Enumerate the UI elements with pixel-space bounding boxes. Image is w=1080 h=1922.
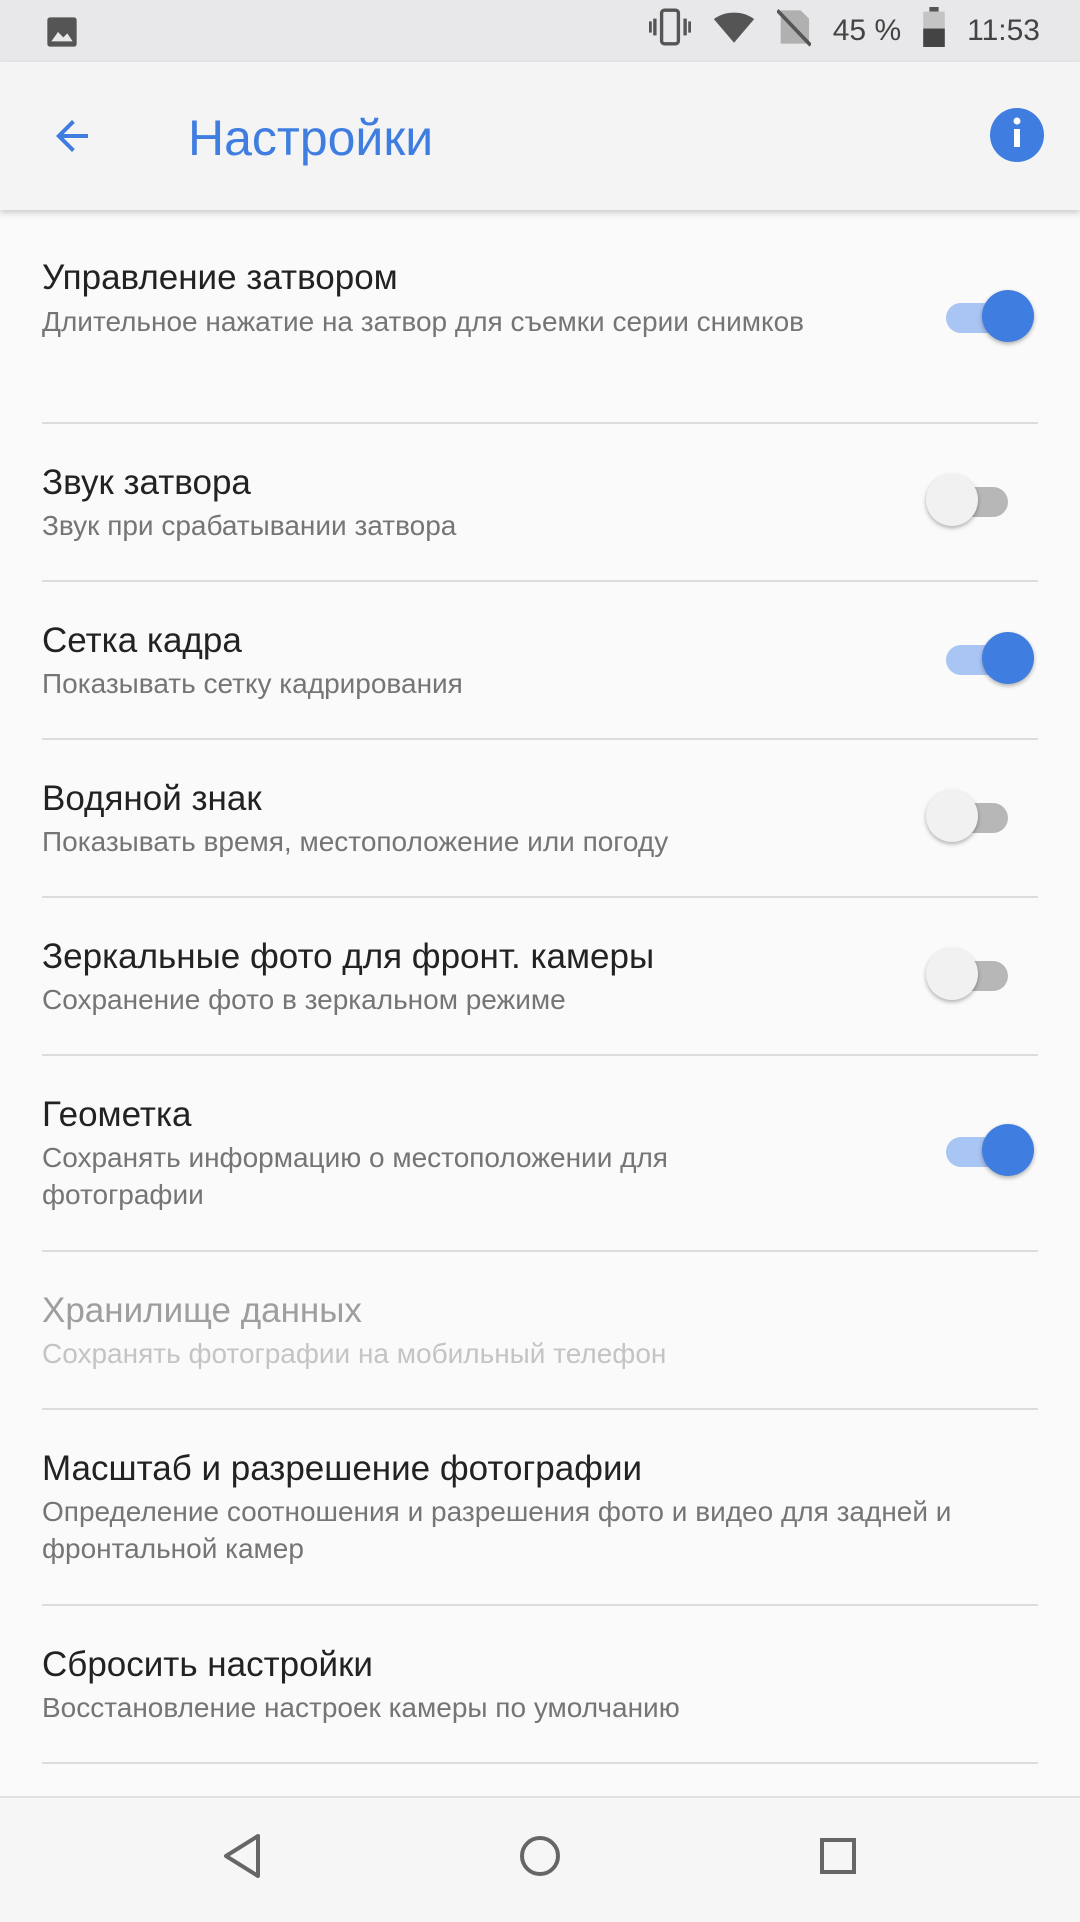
setting-subtitle: Восстановление настроек камеры по умолча… [42,1692,680,1723]
toggle-thumb [982,632,1034,684]
setting-subtitle: Показывать сетку кадрирования [42,668,463,699]
geotag-toggle[interactable] [926,1122,1034,1182]
setting-geotag[interactable]: Геометка Сохранять информацию о местопол… [0,1056,1080,1252]
setting-title: Масштаб и разрешение фотографии [42,1449,643,1488]
nav-back-icon [220,1832,264,1885]
setting-shutter-sound[interactable]: Звук затвора Звук при срабатывании затво… [0,424,1080,582]
page-title: Настройки [188,110,434,166]
setting-storage: Хранилище данных Сохранять фотографии на… [0,1252,1080,1410]
status-icons: 45 % 11:53 [648,0,1040,62]
toggle-thumb [982,1124,1034,1176]
battery-percent: 45 % [832,14,902,47]
setting-subtitle: Сохранять информацию о местоположении дл… [42,1142,668,1210]
setting-title: Геометка [42,1095,192,1134]
vibrate-icon [648,7,691,55]
setting-title: Хранилище данных [42,1291,362,1330]
nav-back-button[interactable] [210,1826,274,1890]
no-sim-icon [775,7,812,55]
status-bar: 45 % 11:53 [0,0,1080,62]
nav-recents-button[interactable] [806,1826,870,1890]
nav-home-button[interactable] [508,1826,572,1890]
clock: 11:53 [967,14,1040,47]
toggle-thumb [926,790,978,842]
grid-toggle[interactable] [926,630,1034,690]
setting-subtitle: Звук при срабатывании затвора [42,510,457,541]
shutter-control-toggle[interactable] [926,288,1034,348]
setting-subtitle: Длительное нажатие на затвор для съемки … [42,306,805,337]
setting-title: Сетка кадра [42,621,242,660]
battery-icon [923,7,945,55]
setting-title: Управление затвором [42,258,398,297]
nav-recents-icon [816,1834,860,1883]
setting-reset[interactable]: Сбросить настройки Восстановление настро… [0,1606,1080,1764]
setting-subtitle: Показывать время, местоположение или пог… [42,826,669,857]
setting-scale-resolution[interactable]: Масштаб и разрешение фотографии Определе… [0,1410,1080,1606]
info-button[interactable] [990,108,1044,162]
setting-subtitle: Сохранение фото в зеркальном режиме [42,984,566,1015]
back-button[interactable] [40,106,104,170]
toggle-thumb [982,290,1034,342]
arrow-back-icon [48,112,96,165]
setting-watermark[interactable]: Водяной знак Показывать время, местополо… [0,740,1080,898]
setting-shutter-control[interactable]: Управление затвором Длительное нажатие н… [0,210,1080,424]
mirror-front-toggle[interactable] [926,946,1030,1006]
setting-subtitle: Определение соотношения и разрешения фот… [42,1496,952,1564]
setting-title: Звук затвора [42,463,251,502]
info-icon [990,106,1044,165]
toggle-thumb [926,948,978,1000]
toggle-thumb [926,474,978,526]
setting-mirror-front[interactable]: Зеркальные фото для фронт. камеры Сохран… [0,898,1080,1056]
setting-title: Сбросить настройки [42,1645,373,1684]
navigation-bar [0,1796,1080,1922]
divider [42,1762,1038,1764]
image-icon [46,16,78,53]
setting-title: Зеркальные фото для фронт. камеры [42,937,655,976]
app-bar: Настройки [0,62,1080,210]
setting-subtitle: Сохранять фотографии на мобильный телефо… [42,1338,667,1369]
watermark-toggle[interactable] [926,788,1030,848]
wifi-icon [713,9,755,53]
shutter-sound-toggle[interactable] [926,472,1030,532]
setting-title: Водяной знак [42,779,262,818]
setting-grid[interactable]: Сетка кадра Показывать сетку кадрировани… [0,582,1080,740]
nav-home-icon [516,1832,564,1885]
